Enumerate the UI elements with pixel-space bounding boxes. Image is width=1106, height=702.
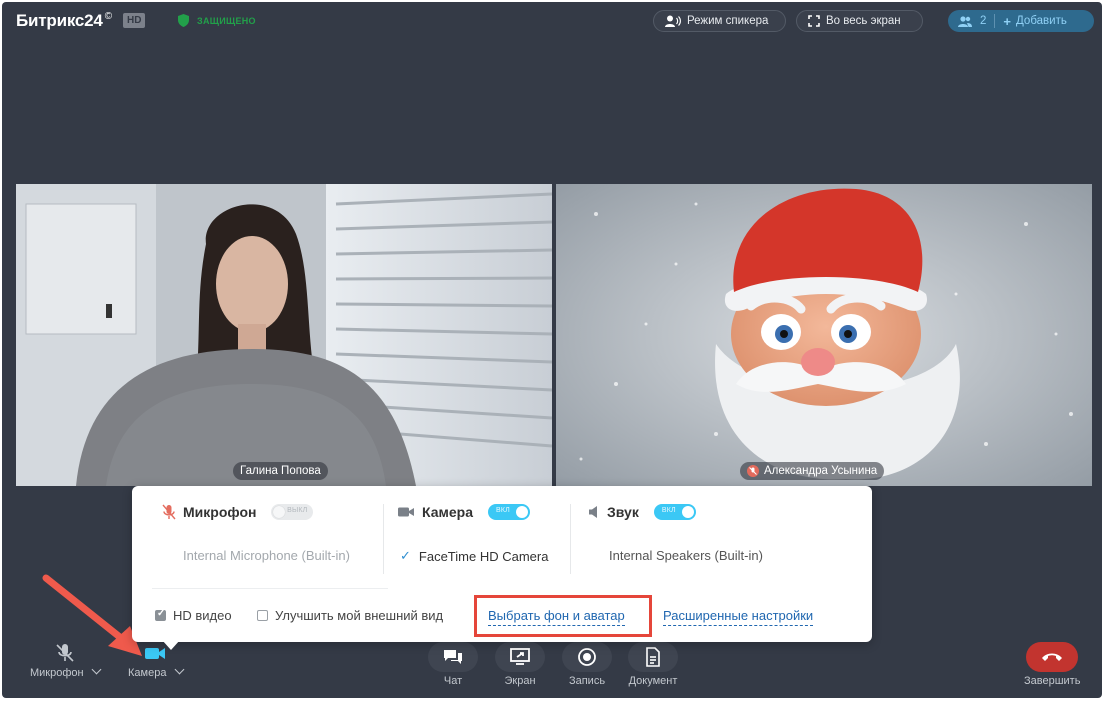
participant-name-left: Галина Попова: [233, 462, 328, 480]
participants-control: 2 + Добавить: [948, 10, 1094, 32]
improve-look-label: Улучшить мой внешний вид: [275, 608, 444, 623]
camera-toggle-label: ВКЛ: [495, 507, 510, 514]
fullscreen-icon: [808, 15, 820, 27]
plus-icon: +: [1003, 13, 1011, 29]
screen-share-button[interactable]: [495, 642, 545, 672]
sound-title: Звук: [607, 504, 639, 520]
toolbar-end-call-label: Завершить: [1024, 675, 1081, 687]
toggle-knob: [681, 506, 694, 518]
fullscreen-label: Во весь экран: [826, 15, 901, 27]
logo-text: Битрикс24: [16, 11, 103, 30]
camera-header: Камера ВКЛ: [398, 504, 530, 520]
camera-toggle[interactable]: ВКЛ: [487, 504, 530, 520]
chat-icon: [444, 650, 462, 664]
muted-mic-icon: [747, 465, 759, 477]
camera-device[interactable]: ✓ FaceTime HD Camera: [400, 548, 548, 564]
microphone-toggle[interactable]: ВЫКЛ: [271, 504, 314, 520]
checkmark-icon: ✓: [157, 608, 166, 619]
video-tile-left[interactable]: Галина Попова: [16, 184, 552, 486]
highlight-frame: [474, 595, 652, 637]
speaker-mode-button[interactable]: Режим спикера: [653, 10, 786, 32]
chevron-down-icon[interactable]: [91, 664, 102, 675]
participant-video-left: [16, 184, 552, 486]
bitrix24-logo: Битрикс24 ©: [16, 11, 112, 31]
toolbar-microphone-text: Микрофон: [30, 667, 84, 679]
microphone-muted-icon: [162, 504, 176, 520]
sound-header: Звук ВКЛ: [588, 504, 696, 520]
toolbar-document[interactable]: Документ: [628, 642, 678, 687]
toolbar-screen[interactable]: Экран: [495, 642, 545, 687]
advanced-settings-link[interactable]: Расширенные настройки: [663, 608, 814, 626]
header-separator: [994, 14, 996, 28]
toolbar-end-call[interactable]: Завершить: [1024, 642, 1080, 687]
video-tile-right[interactable]: Александра Усынина: [556, 184, 1092, 486]
record-icon: [578, 648, 596, 666]
microphone-toggle-label: ВЫКЛ: [287, 507, 308, 514]
speaker-icon: [589, 506, 597, 518]
fullscreen-button[interactable]: Во весь экран: [796, 10, 923, 32]
add-label: Добавить: [1016, 15, 1067, 27]
toggle-knob: [515, 506, 528, 518]
toolbar-chat[interactable]: Чат: [428, 642, 478, 687]
hang-up-icon: [1042, 653, 1063, 661]
microphone-device[interactable]: Internal Microphone (Built-in): [183, 548, 350, 563]
screen-share-icon: [510, 648, 530, 665]
column-divider: [570, 504, 571, 574]
hd-badge: HD: [123, 13, 146, 28]
speaker-mode-label: Режим спикера: [687, 15, 769, 27]
popup-pointer: [162, 640, 180, 650]
hd-video-checkbox[interactable]: ✓: [155, 608, 166, 621]
participant-name-right-text: Александра Усынина: [764, 465, 878, 477]
participant-video-right: [556, 184, 1092, 486]
participants-count[interactable]: 2: [980, 15, 986, 27]
toolbar-camera-label: Камера: [128, 664, 184, 679]
participant-name-left-text: Галина Попова: [240, 465, 321, 477]
secure-label: ЗАЩИЩЕНО: [197, 15, 256, 26]
column-divider: [383, 504, 384, 574]
record-button[interactable]: [562, 642, 612, 672]
camera-device-name: FaceTime HD Camera: [418, 548, 549, 564]
hd-video-label: HD видео: [173, 608, 232, 623]
participant-name-right: Александра Усынина: [740, 462, 885, 480]
toolbar-chat-label: Чат: [443, 675, 463, 687]
toolbar-screen-label: Экран: [504, 675, 536, 687]
camera-settings-popup: Микрофон ВЫКЛ Internal Microphone (Built…: [132, 486, 872, 642]
document-icon: [646, 647, 660, 667]
camera-title: Камера: [422, 504, 473, 520]
hd-video-option[interactable]: ✓ HD видео: [155, 608, 232, 623]
improve-look-option[interactable]: Улучшить мой внешний вид: [257, 608, 443, 623]
improve-look-checkbox[interactable]: [257, 610, 268, 621]
toggle-knob: [273, 506, 286, 518]
toolbar-record[interactable]: Запись: [562, 642, 612, 687]
speaker-person-icon: [665, 15, 681, 27]
microphone-title: Микрофон: [183, 504, 257, 520]
toolbar-camera-text: Камера: [128, 667, 167, 679]
document-button[interactable]: [628, 642, 678, 672]
speaker-device[interactable]: Internal Speakers (Built-in): [609, 548, 763, 563]
secure-indicator: ЗАЩИЩЕНО: [178, 14, 256, 27]
toolbar-microphone-label: Микрофон: [30, 664, 102, 679]
chevron-down-icon[interactable]: [174, 664, 184, 675]
checkmark-icon: ✓: [400, 548, 411, 563]
sound-toggle-label: ВКЛ: [661, 507, 676, 514]
chat-button[interactable]: [428, 642, 478, 672]
users-icon[interactable]: [958, 15, 972, 27]
shield-icon: [178, 14, 189, 27]
logo-mark: ©: [104, 11, 112, 23]
microphone-header: Микрофон ВЫКЛ: [162, 504, 314, 520]
panel-divider: [152, 588, 388, 589]
add-participant-button[interactable]: + Добавить: [1003, 14, 1066, 29]
end-call-button[interactable]: [1026, 642, 1079, 672]
sound-toggle[interactable]: ВКЛ: [653, 504, 696, 520]
toolbar-record-label: Запись: [568, 675, 606, 687]
toolbar-document-label: Документ: [628, 675, 678, 687]
camera-icon: [398, 507, 414, 517]
